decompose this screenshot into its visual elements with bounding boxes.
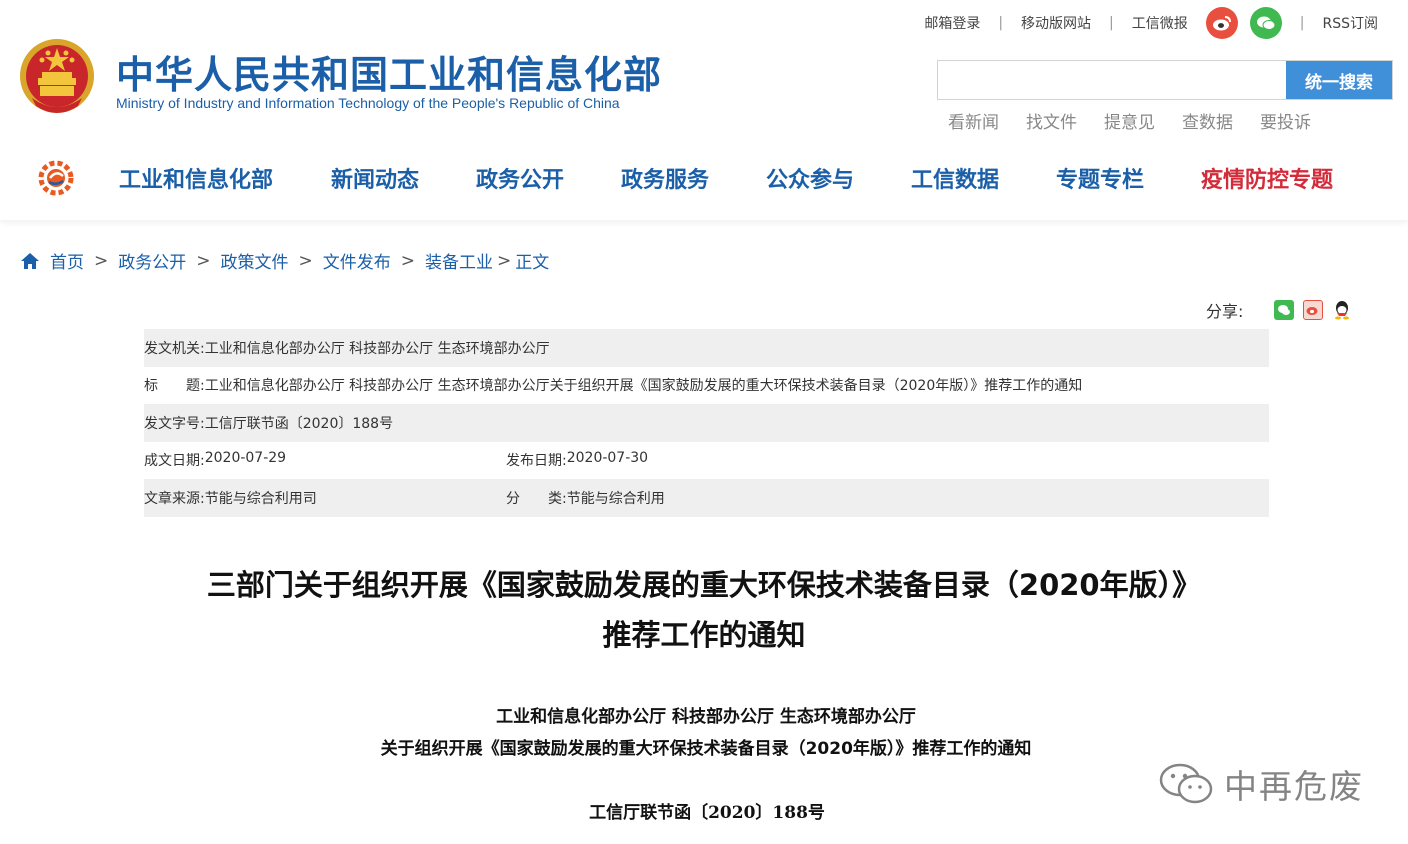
search-button[interactable]: 统一搜索 xyxy=(1286,61,1392,99)
breadcrumb-equipment-industry[interactable]: 装备工业 xyxy=(425,248,493,273)
meta-value: 工信厅联节函〔2020〕188号 xyxy=(204,415,394,432)
breadcrumb-policy-files[interactable]: 政策文件 xyxy=(221,248,289,273)
separator: | xyxy=(1109,15,1114,31)
quick-link-feedback[interactable]: 提意见 xyxy=(1104,108,1155,133)
main-nav: 工业和信息化部 新闻动态 政务公开 政务服务 公众参与 工信数据 专题专栏 疫情… xyxy=(0,152,1408,202)
miit-news-link[interactable]: 工信微报 xyxy=(1132,13,1188,33)
breadcrumb-home[interactable]: 首页 xyxy=(50,248,84,273)
meta-label: 发文机关: xyxy=(144,340,205,357)
meta-cell-category: 分 类: 节能与综合利用 xyxy=(506,488,665,508)
breadcrumb-government-affairs[interactable]: 政务公开 xyxy=(118,248,186,273)
nav-item-special-topics[interactable]: 专题专栏 xyxy=(1056,162,1144,194)
breadcrumb-separator: > xyxy=(298,250,313,271)
meta-cell-source: 文章来源: 节能与综合利用司 xyxy=(144,488,506,508)
meta-row-dates: 成文日期: 2020-07-29 发布日期: 2020-07-30 xyxy=(144,442,1269,480)
breadcrumb-separator: > xyxy=(497,250,512,271)
site-title-chinese[interactable]: 中华人民共和国工业和信息化部 xyxy=(116,44,662,99)
share-qq-icon[interactable] xyxy=(1332,300,1353,320)
meta-label: 分 类: xyxy=(506,490,567,507)
nav-item-epidemic[interactable]: 疫情防控专题 xyxy=(1201,162,1333,194)
meta-row-title: 标 题: 工业和信息化部办公厅 科技部办公厅 生态环境部办公厅关于组织开展《国家… xyxy=(144,367,1269,405)
meta-value: 工业和信息化部办公厅 科技部办公厅 生态环境部办公厅关于组织开展《国家鼓励发展的… xyxy=(204,378,1083,395)
article-issuer: 工业和信息化部办公厅 科技部办公厅 生态环境部办公厅 xyxy=(496,707,916,727)
meta-cell-publish-date: 发布日期: 2020-07-30 xyxy=(506,450,648,470)
quick-link-files[interactable]: 找文件 xyxy=(1026,108,1077,133)
watermark: 中再危废 xyxy=(1158,760,1364,808)
nav-item-public-participation[interactable]: 公众参与 xyxy=(766,162,854,194)
breadcrumb-separator: > xyxy=(196,250,211,271)
breadcrumb-file-release[interactable]: 文件发布 xyxy=(323,248,391,273)
search-input[interactable] xyxy=(938,61,1286,99)
meta-row-agency: 发文机关: 工业和信息化部办公厅 科技部办公厅 生态环境部办公厅 xyxy=(144,329,1269,367)
meta-row-doc-number: 发文字号: 工信厅联节函〔2020〕188号 xyxy=(144,404,1269,442)
meta-label: 文章来源: xyxy=(144,490,205,507)
breadcrumb-current: 正文 xyxy=(515,253,550,273)
gear-logo-icon[interactable] xyxy=(36,159,76,197)
weibo-icon[interactable] xyxy=(1205,7,1238,39)
meta-label: 成文日期: xyxy=(144,453,205,470)
meta-value: 工业和信息化部办公厅 科技部办公厅 生态环境部办公厅 xyxy=(204,340,550,357)
quick-link-complaint[interactable]: 要投诉 xyxy=(1260,108,1311,133)
national-emblem-icon[interactable] xyxy=(18,36,96,118)
nav-item-news[interactable]: 新闻动态 xyxy=(331,162,419,194)
site-title-english[interactable]: Ministry of Industry and Information Tec… xyxy=(116,95,620,111)
document-meta-table: 发文机关: 工业和信息化部办公厅 科技部办公厅 生态环境部办公厅 标 题: 工业… xyxy=(144,329,1269,517)
meta-label: 发文字号: xyxy=(144,415,205,432)
top-links: 邮箱登录 | 移动版网站 | 工信微报 | RSS订阅 xyxy=(924,7,1378,39)
meta-value: 2020-07-29 xyxy=(204,450,287,467)
wechat-watermark-icon xyxy=(1159,763,1213,804)
separator: | xyxy=(998,15,1004,31)
meta-row-source: 文章来源: 节能与综合利用司 分 类: 节能与综合利用 xyxy=(144,479,1269,517)
meta-cell-written-date: 成文日期: 2020-07-29 xyxy=(144,450,506,470)
breadcrumb: 首页 > 政务公开 > 政策文件 > 文件发布 > 装备工业 > 正文 xyxy=(20,248,549,273)
share-bar: 分享: xyxy=(1206,298,1353,322)
article-subtitle: 关于组织开展《国家鼓励发展的重大环保技术装备目录（2020年版）》推荐工作的通知 xyxy=(380,739,1032,759)
share-weibo-icon[interactable] xyxy=(1303,300,1324,320)
breadcrumb-separator: > xyxy=(94,250,109,271)
home-icon xyxy=(21,252,39,269)
meta-value: 节能与综合利用 xyxy=(566,490,665,507)
quick-links: 看新闻 找文件 提意见 查数据 要投诉 xyxy=(948,108,1338,133)
mobile-site-link[interactable]: 移动版网站 xyxy=(1021,13,1091,33)
separator: | xyxy=(1299,15,1305,31)
article-title-line-1: 三部门关于组织开展《国家鼓励发展的重大环保技术装备目录（2020年版）》 xyxy=(206,568,1202,602)
search-box: 统一搜索 xyxy=(937,60,1393,100)
mailbox-login-link[interactable]: 邮箱登录 xyxy=(924,13,980,33)
nav-item-government-affairs[interactable]: 政务公开 xyxy=(476,162,564,194)
rss-link[interactable]: RSS订阅 xyxy=(1322,13,1378,33)
meta-label: 发布日期: xyxy=(506,453,567,470)
quick-link-news[interactable]: 看新闻 xyxy=(948,108,999,133)
meta-value: 2020-07-30 xyxy=(566,450,649,467)
nav-item-ministry[interactable]: 工业和信息化部 xyxy=(119,162,273,194)
quick-link-data[interactable]: 查数据 xyxy=(1182,108,1233,133)
article-title: 三部门关于组织开展《国家鼓励发展的重大环保技术装备目录（2020年版）》 推荐工… xyxy=(0,560,1408,660)
wechat-icon[interactable] xyxy=(1249,7,1282,39)
article-title-line-2: 推荐工作的通知 xyxy=(602,618,806,652)
meta-value: 节能与综合利用司 xyxy=(204,490,317,507)
watermark-text: 中再危废 xyxy=(1224,767,1364,806)
nav-item-data[interactable]: 工信数据 xyxy=(911,162,999,194)
nav-item-services[interactable]: 政务服务 xyxy=(621,162,709,194)
share-wechat-icon[interactable] xyxy=(1274,300,1295,320)
meta-label: 标 题: xyxy=(144,378,205,395)
breadcrumb-separator: > xyxy=(400,250,415,271)
share-label: 分享: xyxy=(1206,302,1244,321)
site-header: 中华人民共和国工业和信息化部 Ministry of Industry and … xyxy=(0,0,1408,220)
